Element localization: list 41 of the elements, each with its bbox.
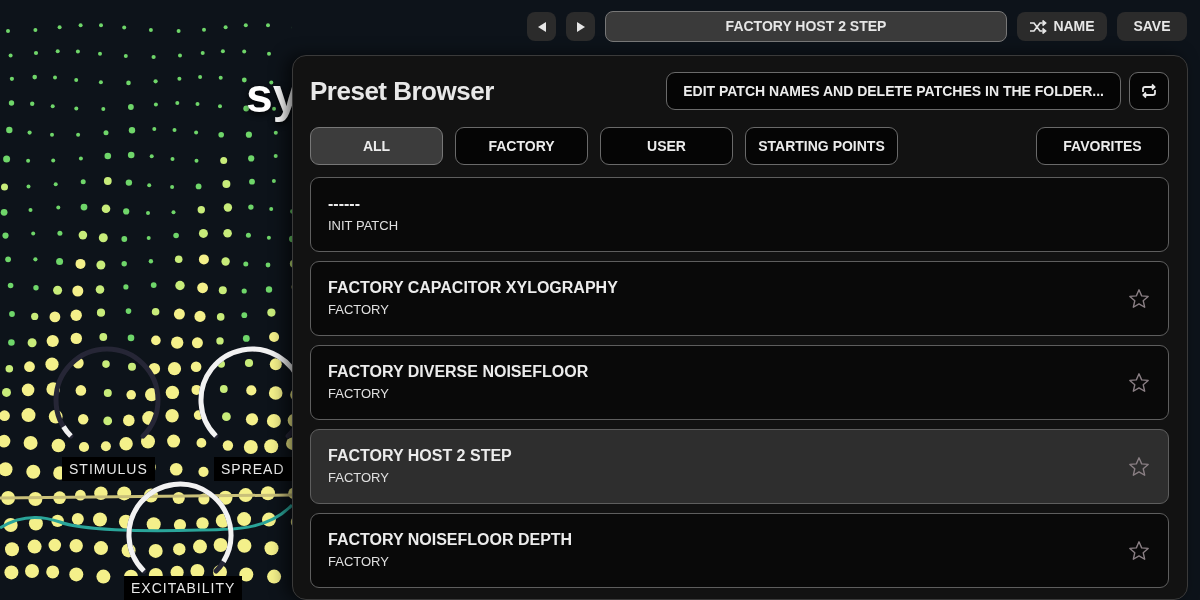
random-name-button[interactable]: NAME [1017, 12, 1107, 41]
filter-tab[interactable]: USER [600, 127, 733, 165]
preset-row[interactable]: ------ INIT PATCH [310, 177, 1169, 252]
preset-category: FACTORY [328, 553, 390, 571]
star-icon[interactable] [1128, 539, 1150, 562]
right-triangle-icon [576, 21, 585, 32]
preset-category: FACTORY [328, 301, 390, 319]
preset-name: FACTORY CAPACITOR XYLOGRAPHY [328, 278, 618, 298]
preset-name: ------ [328, 194, 361, 214]
knob[interactable] [52, 345, 162, 439]
preset-name: FACTORY DIVERSE NOISEFLOOR [328, 362, 589, 382]
next-preset-button[interactable] [566, 12, 595, 41]
preset-category: INIT PATCH [328, 217, 399, 235]
filter-tab[interactable]: FAVORITES [1036, 127, 1169, 165]
preset-row[interactable]: FACTORY NOISEFLOOR DEPTH FACTORY [310, 513, 1169, 588]
shuffle-icon [1029, 19, 1048, 34]
refresh-icon [1140, 83, 1158, 99]
preset-name: FACTORY NOISEFLOOR DEPTH [328, 530, 573, 550]
star-icon[interactable] [1128, 287, 1150, 310]
filter-tab[interactable]: STARTING POINTS [745, 127, 898, 165]
knob-label: EXCITABILITY [124, 576, 243, 600]
refresh-button[interactable] [1129, 72, 1169, 110]
filter-tab[interactable]: ALL [310, 127, 443, 165]
knob-label: STIMULUS [62, 457, 155, 481]
edit-patches-button[interactable]: EDIT PATCH NAMES AND DELETE PATCHES IN THE FOLDER... [666, 72, 1121, 110]
preset-category: FACTORY [328, 469, 390, 487]
preset-name: FACTORY HOST 2 STEP [328, 446, 512, 466]
knob-label: SPREAD [214, 457, 292, 481]
preset-name-field[interactable]: FACTORY HOST 2 STEP [605, 11, 1007, 42]
knob[interactable] [125, 480, 235, 574]
preset-row[interactable]: FACTORY HOST 2 STEP FACTORY [310, 429, 1169, 504]
left-triangle-icon [537, 21, 546, 32]
previous-preset-button[interactable] [527, 12, 556, 41]
panel-title: Preset Browser [310, 75, 494, 108]
star-icon[interactable] [1128, 455, 1150, 478]
star-icon[interactable] [1128, 371, 1150, 394]
preset-row[interactable]: FACTORY CAPACITOR XYLOGRAPHY FACTORY [310, 261, 1169, 336]
save-button[interactable]: SAVE [1117, 12, 1187, 41]
preset-row[interactable]: FACTORY DIVERSE NOISEFLOOR FACTORY [310, 345, 1169, 420]
preset-category: FACTORY [328, 385, 390, 403]
filter-tab[interactable]: FACTORY [455, 127, 588, 165]
